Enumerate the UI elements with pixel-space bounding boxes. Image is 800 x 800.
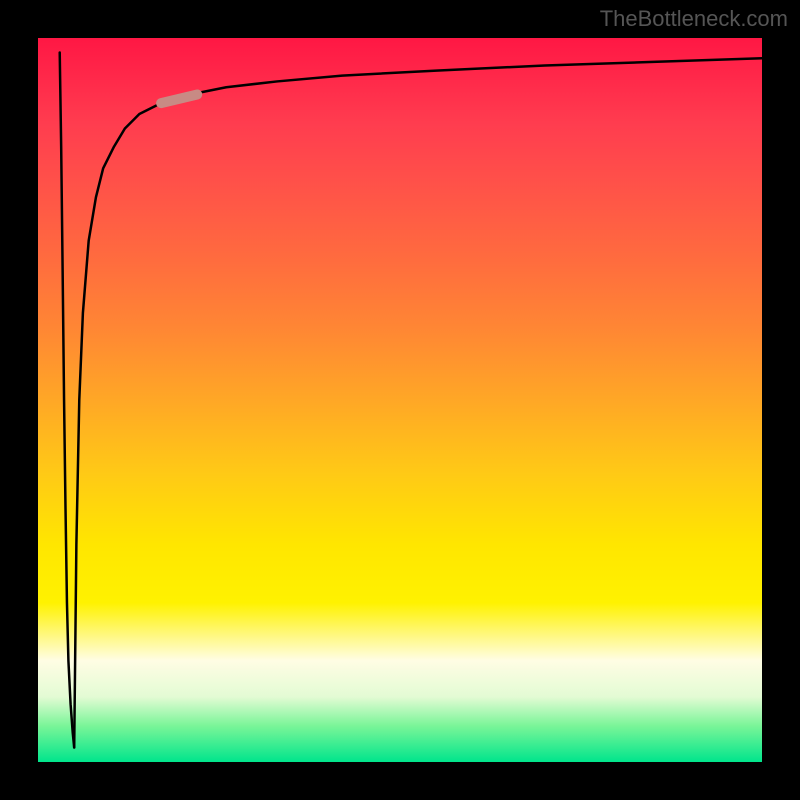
curve-svg (38, 38, 762, 762)
marker-segment (161, 94, 197, 103)
watermark-text: TheBottleneck.com (600, 6, 788, 32)
curve-path-down (60, 52, 74, 747)
curve-path-up (74, 58, 762, 747)
chart-area (38, 38, 762, 762)
